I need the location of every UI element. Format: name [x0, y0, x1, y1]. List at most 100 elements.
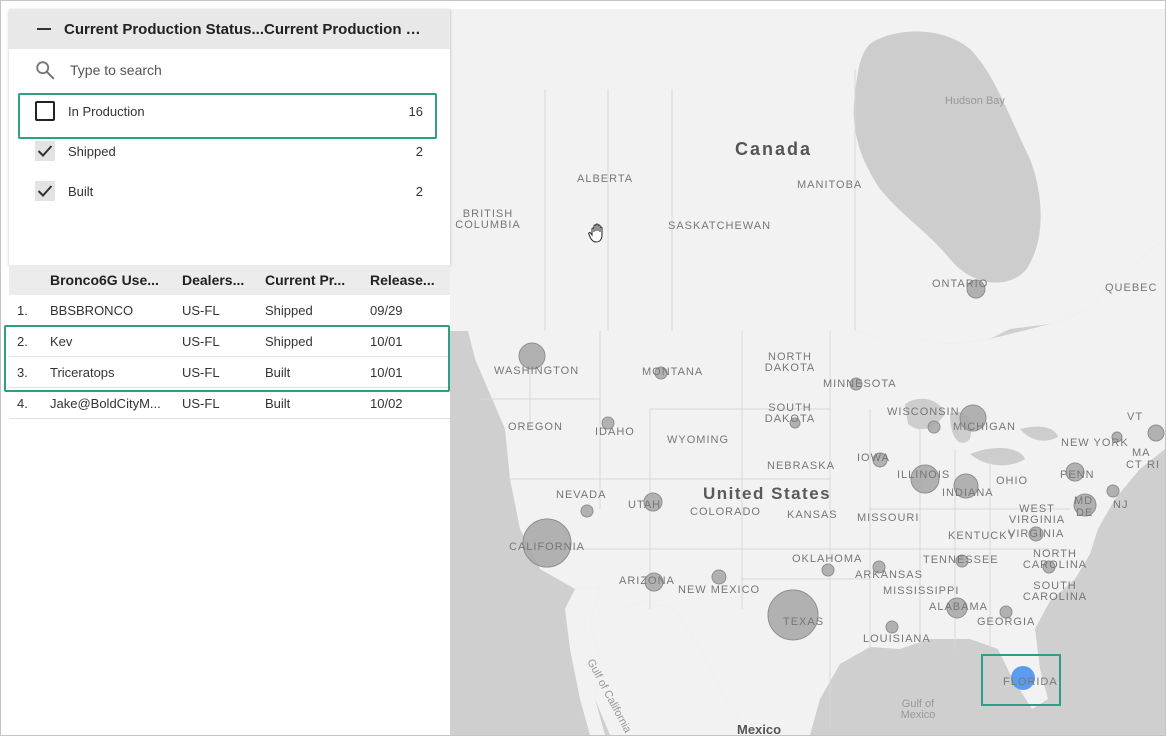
label-british-columbia: British Columbia — [455, 208, 521, 231]
label-vt: VT — [1127, 411, 1144, 423]
label-wisconsin: Wisconsin — [887, 406, 960, 418]
label-nebraska: Nebraska — [767, 460, 835, 472]
cell-status: Built — [265, 395, 291, 411]
bubble-wisconsin — [927, 420, 941, 434]
label-ontario: Ontario — [932, 278, 989, 290]
bubble-new-mexico — [711, 569, 727, 585]
label-texas: Texas — [783, 616, 825, 628]
checkmark-icon — [37, 185, 53, 197]
label-ma: MA — [1132, 447, 1151, 459]
label-florida: Florida — [1003, 676, 1058, 688]
bubble-nevada — [580, 504, 594, 518]
table-row[interactable]: 4. Jake@BoldCityM... US-FL Built 10/02 — [9, 388, 450, 419]
filter-column-header-status-2[interactable]: Current Production S... — [264, 21, 426, 38]
label-iowa: Iowa — [857, 452, 890, 464]
label-nevada: Nevada — [556, 489, 607, 501]
label-oregon: Oregon — [508, 421, 563, 433]
label-utah: Utah — [628, 499, 662, 511]
row-number: 1. — [17, 303, 28, 318]
filter-option-count: 2 — [415, 143, 423, 159]
label-oklahoma: Oklahoma — [792, 553, 863, 565]
label-virginia: Virginia — [1008, 528, 1065, 540]
label-manitoba: Manitoba — [797, 179, 863, 191]
hand-cursor-icon — [588, 223, 603, 243]
label-arkansas: Arkansas — [855, 569, 923, 581]
label-quebec: Quebec — [1105, 282, 1158, 294]
label-mississippi: Mississippi — [883, 585, 960, 597]
bubble-texas — [767, 589, 819, 641]
label-kansas: Kansas — [787, 509, 838, 521]
label-saskatchewan: Saskatchewan — [668, 220, 772, 232]
label-missouri: Missouri — [857, 512, 920, 524]
label-hudson-bay: Hudson Bay — [945, 95, 1005, 107]
bubble-new-jersey — [1106, 484, 1120, 498]
label-idaho: Idaho — [595, 426, 635, 438]
table-header: Bronco6G Use... Dealers... Current Pr...… — [9, 265, 450, 295]
label-kentucky: Kentucky — [948, 530, 1016, 542]
label-indiana: Indiana — [942, 487, 994, 499]
filter-option-label: Shipped — [68, 143, 116, 159]
checkbox-checked[interactable] — [35, 181, 55, 201]
filter-search-input[interactable] — [68, 61, 392, 79]
label-washington: Washington — [494, 365, 580, 377]
label-ohio: Ohio — [996, 475, 1029, 487]
label-arizona: Arizona — [619, 575, 675, 587]
filter-column-header-status[interactable]: Current Production Status... — [64, 21, 264, 38]
cell-release: 10/02 — [370, 395, 403, 411]
cell-user: Jake@BoldCityM... — [50, 395, 161, 411]
label-md: MD — [1074, 495, 1094, 507]
label-south-dakota: South Dakota — [764, 402, 816, 425]
label-canada: Canada — [735, 139, 813, 159]
label-alabama: Alabama — [929, 601, 988, 613]
label-north-dakota: North Dakota — [764, 351, 816, 374]
checkbox-checked[interactable] — [35, 141, 55, 161]
label-michigan: Michigan — [953, 421, 1016, 433]
cell-dealer: US-FL — [182, 303, 220, 318]
label-new-york: New York — [1061, 437, 1129, 449]
column-header-user[interactable]: Bronco6G Use... — [50, 272, 182, 288]
production-status-filter: Current Production Status... Current Pro… — [9, 9, 450, 265]
bubble-oklahoma — [821, 563, 835, 577]
highlight-in-production — [18, 93, 437, 139]
cell-dealer: US-FL — [182, 395, 220, 411]
row-number: 4. — [17, 395, 28, 411]
column-header-status[interactable]: Current Pr... — [265, 272, 370, 288]
label-alberta: Alberta — [577, 173, 634, 185]
table-row[interactable]: 1. BBSBRONCO US-FL Shipped 09/29 — [9, 295, 450, 326]
label-wyoming: Wyoming — [667, 434, 729, 446]
search-icon — [36, 61, 55, 80]
column-header-dealer[interactable]: Dealers... — [182, 272, 265, 288]
highlight-rows-kev-triceratops — [4, 325, 450, 392]
bubble-louisiana — [885, 620, 899, 634]
filter-option-label: Built — [68, 183, 94, 199]
label-west-virginia: West Virginia — [1008, 503, 1066, 526]
report-canvas: Hudson Bay Canada Alberta Manitoba Briti… — [0, 0, 1166, 736]
label-illinois: Illinois — [897, 469, 951, 481]
label-north-carolina: North Carolina — [1022, 548, 1088, 571]
label-georgia: Georgia — [977, 616, 1036, 628]
label-ct: CT — [1126, 459, 1143, 471]
label-louisiana: Louisiana — [863, 633, 931, 645]
label-de: DE — [1076, 507, 1094, 519]
cell-status: Shipped — [265, 303, 313, 318]
label-mexico: Mexico — [737, 722, 782, 735]
label-minnesota: Minnesota — [823, 378, 897, 390]
column-header-release[interactable]: Release... — [370, 272, 450, 288]
label-penn: Penn — [1060, 469, 1095, 481]
bubble-map[interactable]: Hudson Bay Canada Alberta Manitoba Briti… — [450, 9, 1165, 735]
cell-user: BBSBRONCO — [50, 303, 134, 318]
label-montana: Montana — [642, 366, 704, 378]
select-all-checkbox[interactable] — [33, 20, 55, 38]
checkmark-icon — [37, 145, 53, 157]
filter-search — [9, 49, 450, 91]
label-gulf-of-mexico: Gulf of Mexico — [900, 698, 936, 721]
filter-header: Current Production Status... Current Pro… — [9, 9, 450, 49]
label-california: California — [509, 541, 586, 553]
bubble-massachusetts — [1147, 424, 1165, 442]
label-new-mexico: New Mexico — [678, 584, 761, 596]
filter-option-built[interactable]: Built 2 — [9, 171, 450, 211]
cell-release: 09/29 — [370, 303, 403, 318]
label-south-carolina: South Carolina — [1022, 580, 1088, 603]
label-colorado: Colorado — [690, 506, 761, 518]
label-nj: NJ — [1113, 499, 1129, 511]
